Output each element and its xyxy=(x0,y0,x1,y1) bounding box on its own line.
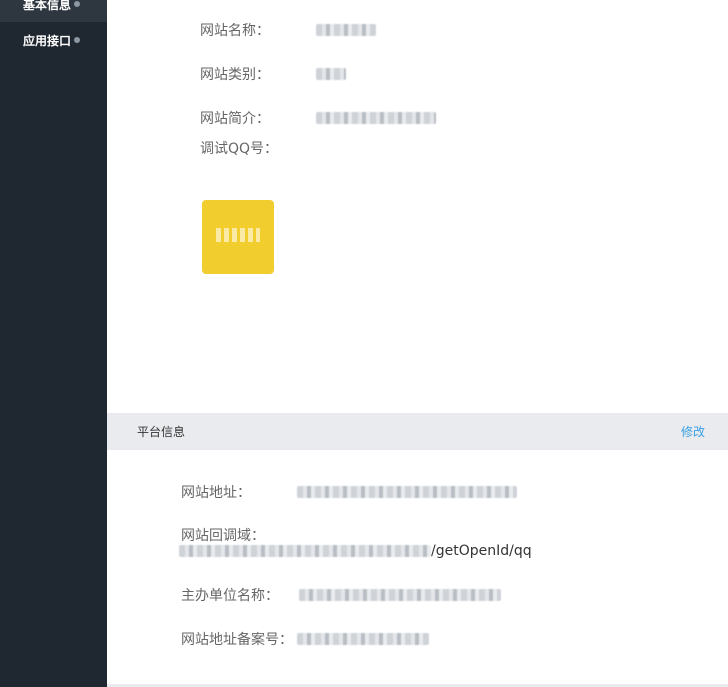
dot-icon xyxy=(74,1,80,7)
edit-link[interactable]: 修改 xyxy=(681,423,705,440)
site-name-value-redacted xyxy=(316,24,376,36)
site-logo-image xyxy=(202,200,274,274)
site-intro-row: 网站简介： xyxy=(200,108,436,128)
debug-qq-label: 调试QQ号： xyxy=(200,141,279,157)
sidebar-item-basic-info[interactable]: 基本信息 xyxy=(0,0,107,22)
sidebar-item-label: 应用接口 xyxy=(23,33,72,48)
site-name-label: 网站名称： xyxy=(200,23,270,39)
site-url-value-redacted xyxy=(297,486,517,498)
sidebar-item-label: 基本信息 xyxy=(23,0,72,12)
site-url-label: 网站地址： xyxy=(181,485,251,501)
organizer-row: 主办单位名称： xyxy=(181,585,501,605)
callback-domain-value-redacted xyxy=(179,545,431,557)
site-type-value-redacted xyxy=(316,68,346,80)
organizer-label: 主办单位名称： xyxy=(181,588,279,604)
callback-domain-suffix: /getOpenId/qq xyxy=(431,543,532,559)
icp-value-redacted xyxy=(297,633,429,645)
site-type-row: 网站类别： xyxy=(200,64,346,84)
logo-detail xyxy=(216,228,260,242)
site-url-row: 网站地址： xyxy=(181,482,517,502)
site-type-label: 网站类别： xyxy=(200,67,270,83)
dot-icon xyxy=(74,37,80,43)
site-intro-label: 网站简介： xyxy=(200,111,270,127)
sidebar: 基本信息 应用接口 xyxy=(0,0,107,687)
icp-label: 网站地址备案号： xyxy=(181,632,293,648)
callback-domain-label: 网站回调域： xyxy=(181,528,265,544)
debug-qq-row: 调试QQ号： xyxy=(200,138,278,158)
icp-row: 网站地址备案号： xyxy=(181,629,429,649)
main-content: 网站名称： 网站类别： 网站简介： 调试QQ号： 平台信息 修改 网站地址： 网… xyxy=(107,0,728,687)
sidebar-item-app-api[interactable]: 应用接口 xyxy=(0,22,107,58)
callback-domain-label-row: 网站回调域： xyxy=(181,525,265,545)
site-name-row: 网站名称： xyxy=(200,20,376,40)
callback-domain-value-row: /getOpenId/qq xyxy=(179,543,532,559)
site-intro-value-redacted xyxy=(316,112,436,124)
platform-info-header: 平台信息 修改 xyxy=(107,413,728,450)
section-title: 平台信息 xyxy=(137,425,186,439)
organizer-value-redacted xyxy=(299,589,501,601)
